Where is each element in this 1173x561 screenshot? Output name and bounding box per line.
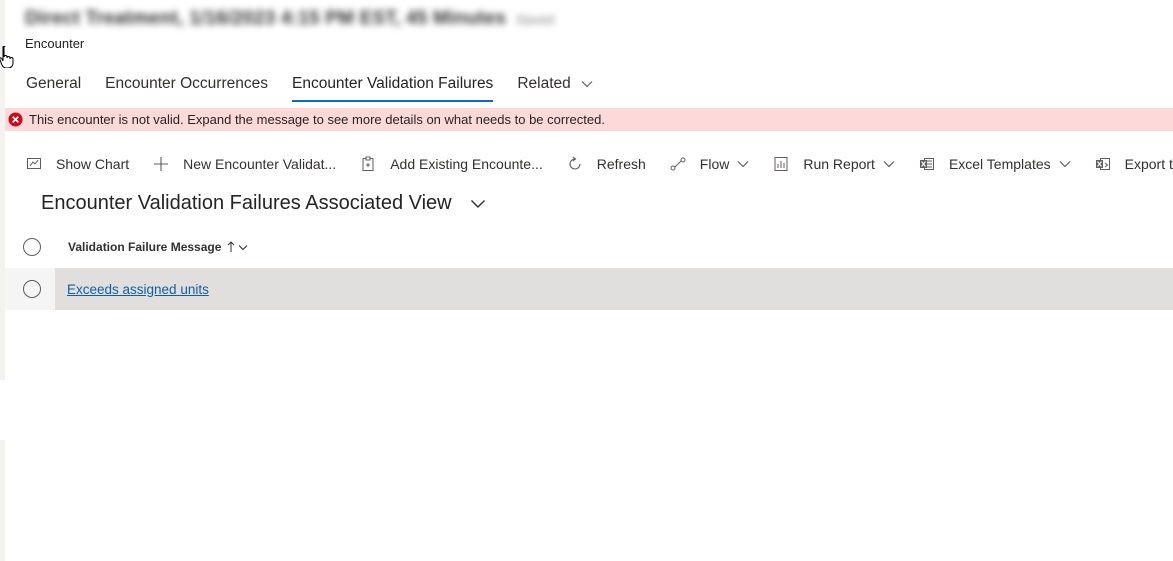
save-status: Saved [516,12,555,27]
run-report-button[interactable]: Run Report [773,156,895,172]
add-existing-button[interactable]: Add Existing Encounte... [360,156,543,172]
tab-related[interactable]: Related [505,68,604,108]
row-select-cell [5,268,55,310]
refresh-button[interactable]: Refresh [567,156,646,172]
command-label: Export t [1124,156,1173,172]
record-title-text: Direct Treatment, 1/16/2023 4:15 PM EST,… [25,8,507,29]
error-circle-icon [8,112,23,127]
flow-icon [670,156,686,172]
record-title: Direct Treatment, 1/16/2023 4:15 PM EST,… [25,8,554,32]
tab-label: General [26,75,82,92]
excel-templates-button[interactable]: Excel Templates [919,156,1071,172]
chevron-down-icon [1059,160,1071,168]
tab-general[interactable]: General [14,68,93,108]
error-notification-bar[interactable]: This encounter is not valid. Expand the … [5,108,1173,131]
command-label: Flow [699,156,730,172]
tab-label: Encounter Occurrences [105,75,268,92]
hand-cursor-icon [0,46,14,68]
command-label: Add Existing Encounte... [390,156,543,172]
tab-encounter-occurrences[interactable]: Encounter Occurrences [93,68,280,108]
chevron-down-icon [737,160,749,168]
command-label: Excel Templates [948,156,1051,172]
plus-icon [153,156,169,172]
column-header-label: Validation Failure Message [68,240,222,254]
entity-label: Encounter [25,36,85,51]
show-chart-button[interactable]: Show Chart [26,156,129,172]
tab-list: General Encounter Occurrences Encounter … [14,68,605,108]
record-header: Direct Treatment, 1/16/2023 4:15 PM EST,… [25,8,554,32]
new-encounter-validation-button[interactable]: New Encounter Validat... [153,156,336,172]
sort-ascending-icon [227,241,235,253]
error-message: This encounter is not valid. Expand the … [29,112,605,127]
refresh-icon [567,156,583,172]
command-bar: Show Chart New Encounter Validat... Add … [26,150,1173,178]
command-label: New Encounter Validat... [183,156,337,172]
gutter-gap [0,380,5,440]
select-all-checkbox[interactable] [23,238,41,256]
chevron-down-icon [238,244,248,251]
tab-encounter-validation-failures[interactable]: Encounter Validation Failures [280,68,505,108]
command-label: Show Chart [56,156,130,172]
table-row[interactable]: Exceeds assigned units [5,268,1173,310]
row-select-checkbox[interactable] [23,280,41,298]
view-title: Encounter Validation Failures Associated… [41,192,452,214]
grid-header-row: Validation Failure Message [5,228,1173,266]
export-excel-icon [1095,156,1111,172]
tab-label: Related [517,75,571,93]
chevron-down-icon [883,160,895,168]
excel-icon [919,156,935,172]
add-existing-icon [360,156,376,172]
chevron-down-icon[interactable] [470,199,486,209]
command-label: Refresh [596,156,646,172]
flow-button[interactable]: Flow [670,156,750,172]
chevron-down-icon [581,68,593,100]
tab-label: Encounter Validation Failures [291,75,494,92]
chart-icon [26,156,42,172]
command-label: Run Report [803,156,875,172]
export-to-excel-button[interactable]: Export t [1095,156,1173,172]
column-header-validation-failure-message[interactable]: Validation Failure Message [68,240,248,254]
validation-failure-link[interactable]: Exceeds assigned units [67,282,209,297]
report-icon [773,156,789,172]
view-selector[interactable]: Encounter Validation Failures Associated… [41,192,486,215]
